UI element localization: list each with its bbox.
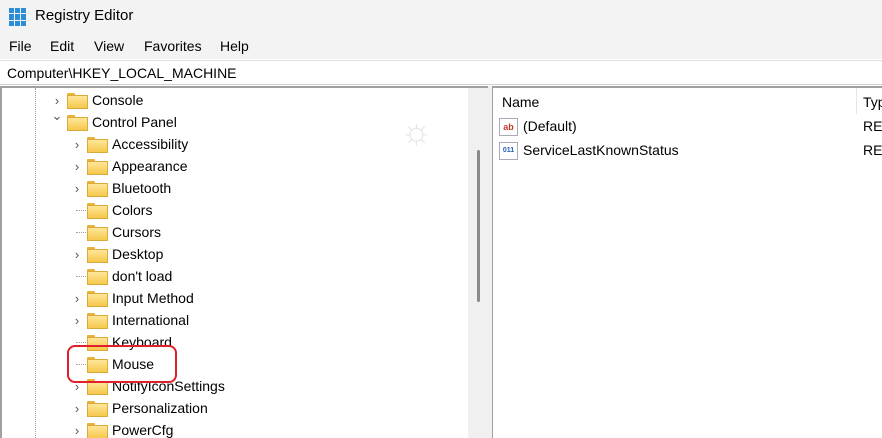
menu-favorites[interactable]: Favorites [144,38,202,54]
folder-icon [67,93,88,109]
value-row[interactable]: ab (Default) REG [499,116,882,138]
address-bar[interactable]: Computer\HKEY_LOCAL_MACHINE [0,60,882,85]
tree-item-label: Accessibility [112,136,189,152]
tree-item[interactable]: › PowerCfg [2,419,462,438]
value-name: (Default) [523,118,577,134]
tree-connector [76,232,86,233]
watermark: ☼ [400,110,435,151]
menu-view[interactable]: View [94,38,124,54]
tree-item[interactable]: › Console [2,89,462,111]
column-header-name[interactable]: Name [502,94,539,110]
tree-item-label: Cursors [112,224,162,240]
title-bar: Registry Editor [0,0,882,34]
value-type: REG [863,118,882,134]
folder-icon [87,401,108,417]
tree-connector [76,342,86,343]
chevron-right-icon[interactable]: › [70,423,84,438]
tree-item[interactable]: › International [2,309,462,331]
tree-scrollbar[interactable] [468,88,488,438]
tree-item[interactable]: › Personalization [2,397,462,419]
menu-edit[interactable]: Edit [50,38,74,54]
folder-icon [87,181,108,197]
tree-item[interactable]: › Desktop [2,243,462,265]
tree-item-label: Personalization [112,400,208,416]
chevron-down-icon[interactable]: ⌄ [50,108,64,124]
tree-item[interactable]: › Appearance [2,155,462,177]
window-title: Registry Editor [35,7,134,24]
folder-icon [87,159,108,175]
value-name: ServiceLastKnownStatus [523,142,679,158]
chevron-right-icon[interactable]: › [70,137,84,152]
folder-icon [67,115,88,131]
tree-item[interactable]: › Input Method [2,287,462,309]
tree-item-label: Control Panel [92,114,177,130]
menu-help[interactable]: Help [220,38,249,54]
folder-icon [87,313,108,329]
registry-editor-icon [9,8,27,26]
tree-item[interactable]: › Accessibility [2,133,462,155]
tree-connector [76,276,86,277]
chevron-right-icon[interactable]: › [70,159,84,174]
chevron-right-icon[interactable]: › [70,401,84,416]
folder-icon [87,247,108,263]
column-separator[interactable] [856,88,857,114]
menu-bar: File Edit View Favorites Help [0,34,882,59]
chevron-right-icon[interactable]: › [70,291,84,306]
chevron-right-icon[interactable]: › [70,313,84,328]
scrollbar-thumb[interactable] [477,150,480,302]
tree-item-label: don't load [112,268,173,284]
values-pane: Name Typ ab (Default) REG 011 ServiceLas… [493,86,882,438]
tree-item-label: Bluetooth [112,180,172,196]
folder-icon [87,269,108,285]
tree-item[interactable]: › Bluetooth [2,177,462,199]
folder-icon [87,137,108,153]
tree-item-label: Colors [112,202,153,218]
tree-item-label: PowerCfg [112,422,174,438]
tree-item-label: Input Method [112,290,194,306]
tree-item-label: International [112,312,190,328]
tree-item-label: Console [92,92,144,108]
column-header-type[interactable]: Typ [863,94,882,110]
folder-icon [87,225,108,241]
mouse-highlight-annotation [67,345,177,383]
tree-item[interactable]: Cursors [2,221,462,243]
value-type: REG [863,142,882,158]
menu-file[interactable]: File [9,38,32,54]
tree-item[interactable]: ⌄ Control Panel [2,108,462,133]
tree-item[interactable]: don't load [2,265,462,287]
tree-item[interactable]: Colors [2,199,462,221]
chevron-right-icon[interactable]: › [50,93,64,108]
folder-icon [87,203,108,219]
chevron-right-icon[interactable]: › [70,247,84,262]
tree-item-label: Desktop [112,246,164,262]
string-value-icon: ab [499,118,518,136]
binary-value-icon: 011 [499,142,518,160]
chevron-right-icon[interactable]: › [70,181,84,196]
folder-icon [87,423,108,438]
tree-item-label: Appearance [112,158,188,174]
tree-connector [76,210,86,211]
folder-icon [87,291,108,307]
value-row[interactable]: 011 ServiceLastKnownStatus REG [499,140,882,162]
